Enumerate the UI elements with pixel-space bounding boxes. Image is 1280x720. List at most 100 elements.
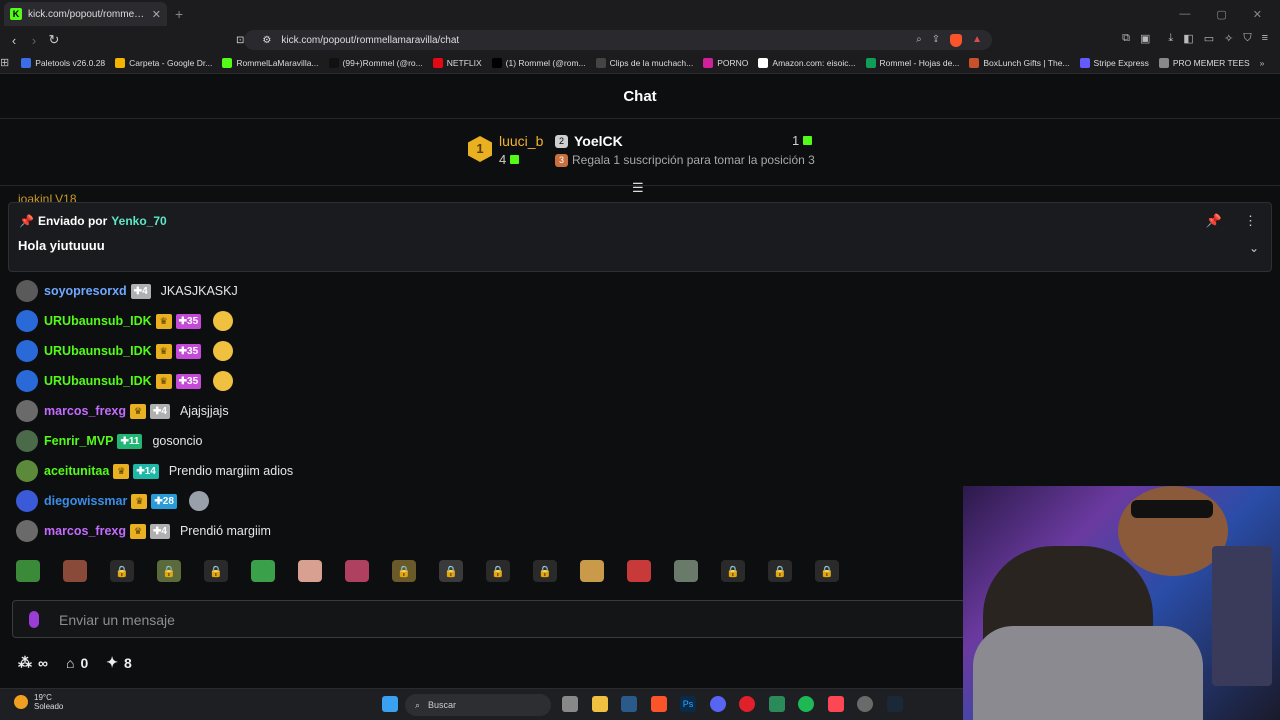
steam-alt-icon[interactable] <box>886 696 903 712</box>
avatar[interactable] <box>16 280 38 302</box>
emote-icon[interactable] <box>345 560 369 582</box>
wallet-icon[interactable]: ▭ <box>1204 32 1214 45</box>
locked-emote-icon[interactable]: 🔒 <box>533 560 557 582</box>
opera-icon[interactable] <box>739 696 755 712</box>
bookmark-item[interactable]: BoxLunch Gifts | The... <box>969 57 1070 68</box>
site-info-icon[interactable]: ⚙ <box>262 35 271 46</box>
bookmark-page-icon[interactable]: ⊡ <box>236 35 244 46</box>
chat-username[interactable]: diegowissmar <box>44 494 127 508</box>
more-options-icon[interactable]: ⋮ <box>1244 213 1257 229</box>
chat-username[interactable]: marcos_frexg <box>44 524 126 538</box>
chat-message[interactable]: soyopresorxd ✚4 JKASJKASKJ <box>16 280 238 302</box>
url-text[interactable]: kick.com/popout/rommellamaravilla/chat <box>281 35 459 46</box>
locked-emote-icon[interactable]: 🔒 <box>392 560 416 582</box>
emote-icon[interactable] <box>674 560 698 582</box>
bookmark-item[interactable]: Carpeta - Google Dr... <box>115 57 212 68</box>
forward-icon[interactable]: › <box>24 33 44 48</box>
editor-icon[interactable] <box>768 696 785 712</box>
emote-icon[interactable] <box>16 560 40 582</box>
chat-username[interactable]: URUbaunsub_IDK <box>44 314 152 328</box>
chat-message[interactable]: URUbaunsub_IDK ♛ ✚35 <box>16 340 234 362</box>
maximize-icon[interactable]: ▢ <box>1216 8 1226 21</box>
share-icon[interactable]: ⇪ <box>932 34 940 47</box>
spotify-icon[interactable] <box>798 696 814 712</box>
emote-icon[interactable] <box>251 560 275 582</box>
locked-emote-icon[interactable]: 🔒 <box>204 560 228 582</box>
emote-icon[interactable] <box>298 560 322 582</box>
bookmark-item[interactable]: Clips de la muchach... <box>595 57 693 68</box>
chat-username[interactable]: soyopresorxd <box>44 284 127 298</box>
avatar[interactable] <box>16 430 38 452</box>
chat-message[interactable]: aceitunitaa ♛ ✚14 Prendio margiim adios <box>16 460 293 482</box>
windows-start-icon[interactable] <box>382 696 398 712</box>
chat-username[interactable]: aceitunitaa <box>44 464 109 478</box>
bookmark-item[interactable]: (1) Rommel (@rom... <box>491 57 586 68</box>
emote-icon[interactable] <box>63 560 87 582</box>
chat-input[interactable]: Enviar un mensaje <box>12 600 972 638</box>
file-explorer-icon[interactable] <box>591 696 608 712</box>
chat-message[interactable]: Fenrir_MVP ✚11 gosoncio <box>16 430 202 452</box>
vpn-icon[interactable]: ⛉ <box>1243 32 1251 45</box>
chat-username[interactable]: Fenrir_MVP <box>44 434 113 448</box>
pin-icon[interactable]: 📌 <box>1206 213 1222 229</box>
download-icon[interactable]: ⤓ <box>1168 32 1173 45</box>
sparkle-stat[interactable]: ✦ 8 <box>106 654 132 671</box>
bookmark-item[interactable]: (99+)Rommel (@ro... <box>328 57 423 68</box>
bookmark-item[interactable]: PRO MEMER TEES <box>1158 57 1250 68</box>
avatar[interactable] <box>16 520 38 542</box>
leader-2-name[interactable]: YoelCK <box>574 133 623 149</box>
taskbar-search[interactable]: ⌕ Buscar <box>405 694 551 716</box>
leo-icon[interactable]: ✧ <box>1224 32 1233 45</box>
more-bookmarks-icon[interactable]: » <box>1260 58 1265 68</box>
chevron-down-icon[interactable]: ⌄ <box>1249 241 1259 255</box>
locked-emote-icon[interactable]: 🔒 <box>486 560 510 582</box>
valorant-icon[interactable] <box>827 696 844 712</box>
store-stat[interactable]: ⌂ 0 <box>66 655 88 671</box>
steam-icon[interactable] <box>621 696 637 712</box>
avatar[interactable] <box>16 460 38 482</box>
browser-tab[interactable]: K kick.com/popout/rommellamaravilla/chat… <box>4 2 167 26</box>
microphone-icon[interactable] <box>29 611 39 628</box>
chat-input-placeholder[interactable]: Enviar un mensaje <box>59 612 175 628</box>
discord-icon[interactable] <box>709 696 726 712</box>
locked-emote-icon[interactable]: 🔒 <box>768 560 792 582</box>
locked-emote-icon[interactable]: 🔒 <box>721 560 745 582</box>
extensions-icon[interactable]: ⧉ <box>1122 32 1130 45</box>
emote-icon[interactable] <box>580 560 604 582</box>
avatar[interactable] <box>16 310 38 332</box>
screenshot-icon[interactable]: ▣ <box>1140 32 1150 45</box>
sidebar-icon[interactable]: ◧ <box>1183 32 1193 45</box>
emote-icon[interactable] <box>627 560 651 582</box>
close-window-icon[interactable]: ✕ <box>1253 8 1262 21</box>
chat-message[interactable]: URUbaunsub_IDK ♛ ✚35 <box>16 370 234 392</box>
photoshop-icon[interactable]: Ps <box>680 696 696 712</box>
task-view-icon[interactable] <box>562 696 578 712</box>
menu-icon[interactable]: ≡ <box>1262 32 1268 45</box>
brave-shield-icon[interactable] <box>950 33 963 47</box>
chat-message[interactable]: marcos_frexg ♛ ✚4 Ajajsjjajs <box>16 400 229 422</box>
zoom-icon[interactable]: ⌕ <box>916 34 922 47</box>
chat-message[interactable]: diegowissmar ♛ ✚28 <box>16 490 209 512</box>
weather-widget[interactable]: 19°C Soleado <box>14 693 63 711</box>
bookmark-item[interactable]: Rommel - Hojas de... <box>865 57 959 68</box>
locked-emote-icon[interactable]: 🔒 <box>157 560 181 582</box>
locked-emote-icon[interactable]: 🔒 <box>439 560 463 582</box>
address-bar[interactable]: ⊡ ⚙ kick.com/popout/rommellamaravilla/ch… <box>236 30 992 50</box>
avatar[interactable] <box>16 340 38 362</box>
bookmark-item[interactable]: Stripe Express <box>1079 57 1149 68</box>
rewards-icon[interactable]: ▲ <box>972 34 982 47</box>
obs-icon[interactable] <box>857 696 873 712</box>
avatar[interactable] <box>16 370 38 392</box>
connections-stat[interactable]: ⁂ ∞ <box>18 654 48 671</box>
bookmark-item[interactable]: Paletools v26.0.28 <box>21 57 105 68</box>
bookmark-item[interactable]: NETFLIX <box>432 57 482 68</box>
collapse-leaderboard-icon[interactable]: ☰ <box>632 180 644 196</box>
avatar[interactable] <box>16 490 38 512</box>
leader-1-name[interactable]: luuci_b <box>499 133 543 149</box>
pinned-sender-name[interactable]: Yenko_70 <box>111 214 166 228</box>
new-tab-icon[interactable]: + <box>175 6 183 22</box>
bookmark-item[interactable]: Amazon.com: eisoic... <box>758 57 856 68</box>
chat-message[interactable]: URUbaunsub_IDK ♛ ✚35 <box>16 310 234 332</box>
bookmark-item[interactable]: RommelLaMaravilla... <box>222 57 319 68</box>
brave-icon[interactable] <box>650 696 667 712</box>
